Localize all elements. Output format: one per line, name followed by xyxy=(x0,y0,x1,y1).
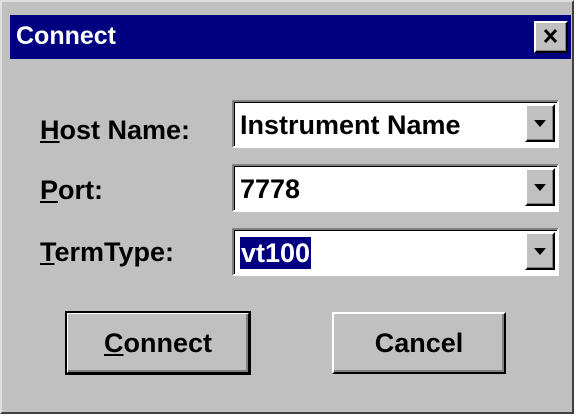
host-name-combobox[interactable]: Instrument Name xyxy=(232,100,559,148)
port-value[interactable]: 7778 xyxy=(240,173,300,205)
port-label-text: ort: xyxy=(58,175,103,205)
cancel-button-label: Cancel xyxy=(374,328,464,358)
connect-button-label-text: onnect xyxy=(123,328,212,358)
cancel-button[interactable]: Cancel xyxy=(332,312,506,374)
termtype-mnemonic: T xyxy=(40,237,55,267)
title-bar[interactable]: Connect xyxy=(10,15,571,59)
close-icon xyxy=(543,28,558,44)
host-name-value[interactable]: Instrument Name xyxy=(240,109,461,141)
window-title: Connect xyxy=(16,22,116,50)
termtype-label: TermType: xyxy=(40,236,174,268)
termtype-combobox[interactable]: vt100 xyxy=(232,228,559,276)
chevron-down-icon xyxy=(534,248,546,255)
host-name-dropdown-button[interactable] xyxy=(525,104,555,142)
termtype-dropdown-button[interactable] xyxy=(525,232,555,270)
chevron-down-icon xyxy=(534,184,546,191)
port-mnemonic: P xyxy=(40,175,59,205)
termtype-label-text: ermType: xyxy=(54,237,175,267)
connect-button-label: Connect xyxy=(104,327,212,359)
chevron-down-icon xyxy=(534,120,546,127)
port-label: Port: xyxy=(40,174,103,206)
termtype-value[interactable]: vt100 xyxy=(240,237,312,269)
host-name-label: Host Name: xyxy=(40,114,190,146)
connect-dialog: Connect Host Name: Instrument Name Port:… xyxy=(0,0,574,414)
connect-mnemonic: C xyxy=(103,328,124,358)
close-button[interactable] xyxy=(534,21,568,53)
connect-button[interactable]: Connect xyxy=(65,311,251,375)
port-dropdown-button[interactable] xyxy=(525,168,555,206)
host-name-mnemonic: H xyxy=(40,115,60,145)
port-combobox[interactable]: 7778 xyxy=(232,164,559,212)
host-name-label-text: ost Name: xyxy=(59,115,191,145)
